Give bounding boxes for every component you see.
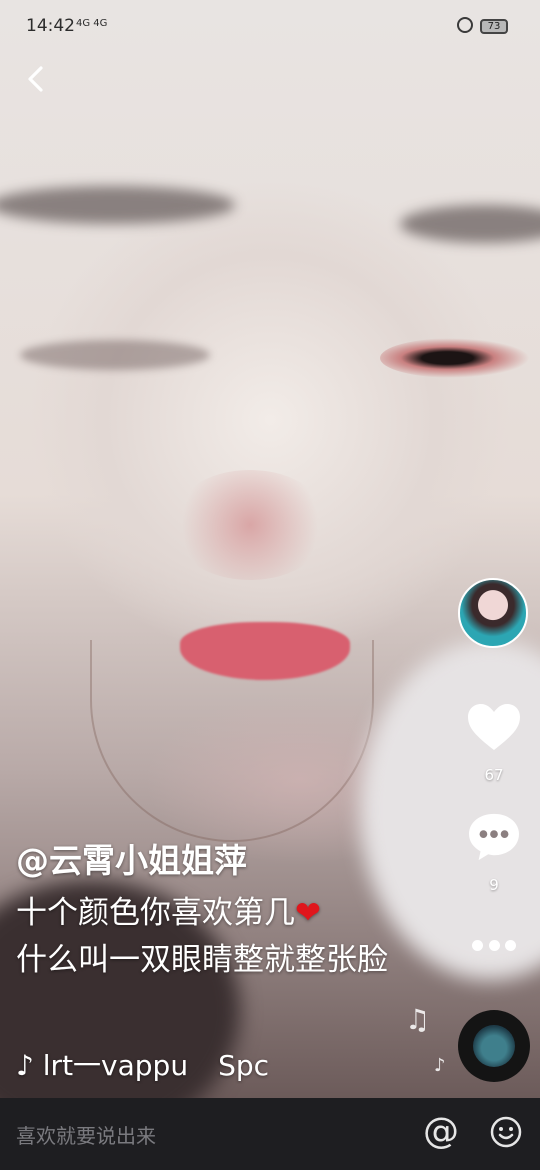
comment-input[interactable]: 喜欢就要说出来	[16, 1120, 156, 1149]
music-note-icon: ♪	[434, 1055, 446, 1076]
video-content	[20, 340, 210, 370]
battery-indicator: 73	[480, 19, 508, 34]
author-name[interactable]: @云霄小姐姐萍	[16, 834, 247, 882]
comment-button[interactable]: 9	[458, 812, 530, 894]
signal-indicator: 4G 4G	[76, 18, 108, 29]
comment-bar: 喜欢就要说出来 @	[0, 1098, 540, 1170]
video-content	[0, 186, 235, 224]
lock-icon	[457, 17, 473, 33]
comment-icon	[469, 813, 519, 861]
like-count: 67	[484, 766, 504, 784]
video-content	[380, 338, 530, 378]
description-line2: 什么叫一双眼睛整就整张脸	[16, 942, 388, 978]
video-content	[170, 470, 330, 580]
music-note-label: ♪	[16, 1049, 34, 1082]
music-info[interactable]: ♪ lrt一vappu Spc	[16, 1044, 286, 1084]
music-note-icon: ♫	[405, 1003, 431, 1036]
status-time: 14:42	[26, 16, 75, 36]
video-description: 十个颜色你喜欢第几❤ 什么叫一双眼睛整就整张脸	[16, 890, 396, 984]
emoji-icon[interactable]	[490, 1116, 522, 1148]
heart-icon	[468, 704, 520, 750]
status-bar: 14:42 4G 4G 73	[0, 0, 540, 56]
music-disc-icon[interactable]	[458, 1010, 530, 1082]
more-icon[interactable]	[472, 940, 516, 958]
description-line1: 十个颜色你喜欢第几	[16, 895, 295, 931]
author-avatar[interactable]	[458, 578, 528, 648]
comment-count: 9	[489, 876, 499, 894]
video-content	[90, 640, 374, 842]
back-icon[interactable]	[22, 64, 52, 94]
at-icon[interactable]: @	[423, 1112, 459, 1152]
music-title: lrt一vappu	[42, 1049, 189, 1082]
heart-emoji: ❤	[295, 895, 321, 931]
like-button[interactable]: 67	[458, 702, 530, 784]
music-artist: Spc	[218, 1049, 270, 1082]
video-content	[400, 205, 540, 243]
